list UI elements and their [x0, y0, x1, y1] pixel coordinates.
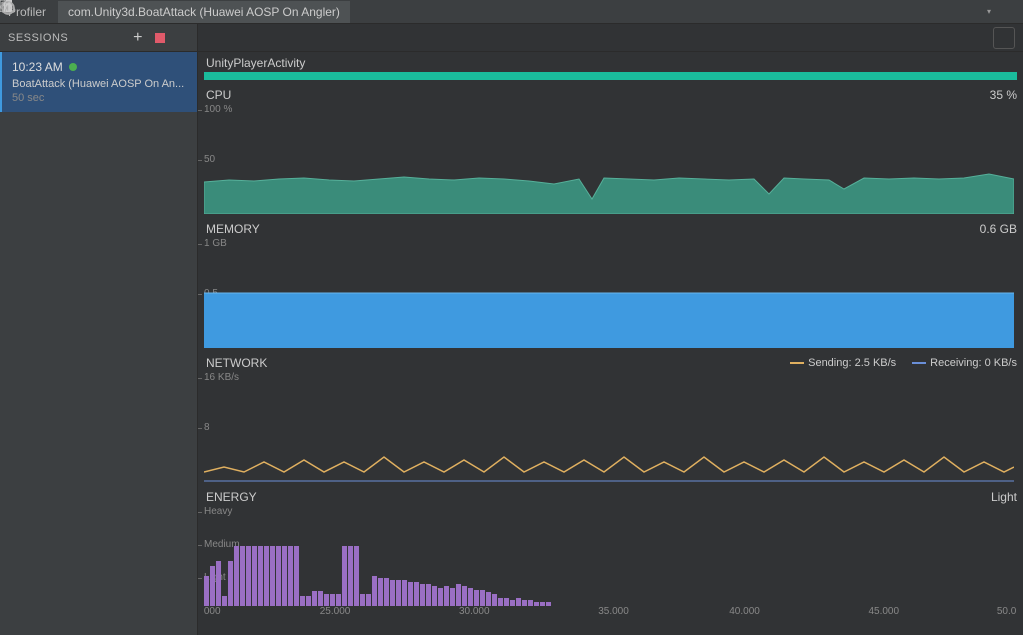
- download-icon[interactable]: [1001, 5, 1015, 19]
- cpu-title: CPU: [206, 88, 231, 102]
- time-tick: 45.000: [868, 606, 899, 617]
- time-tick: 000: [204, 606, 221, 617]
- legend-receiving: Receiving: 0 KB/s: [912, 357, 1017, 369]
- activity-row: UnityPlayerActivity: [204, 52, 1023, 80]
- time-tick: 35.000: [598, 606, 629, 617]
- status-active-icon: [69, 63, 77, 71]
- activity-bar[interactable]: [204, 72, 1017, 80]
- time-axis: 000 25.000 30.000 35.000 40.000 45.000 5…: [204, 606, 1023, 622]
- panel-layout-icon[interactable]: [175, 31, 189, 45]
- energy-chart[interactable]: ENERGY Light Heavy Medium Light: [204, 490, 1023, 606]
- zoom-out-icon[interactable]: [881, 27, 903, 49]
- time-tick: 50.0: [997, 606, 1016, 617]
- network-sending-series: [204, 457, 1014, 472]
- energy-series: [204, 546, 551, 606]
- session-duration: 50 sec: [12, 92, 187, 104]
- sessions-sidebar: SESSIONS + 10:23 AM BoatAttack (Huawei A…: [0, 24, 198, 635]
- pause-button[interactable]: [993, 27, 1015, 49]
- reset-zoom-icon[interactable]: [937, 27, 959, 49]
- memory-series: [204, 293, 1014, 348]
- titlebar: Profiler com.Unity3d.BoatAttack (Huawei …: [0, 0, 1023, 24]
- network-title: NETWORK: [206, 356, 267, 370]
- profiler-tab[interactable]: com.Unity3d.BoatAttack (Huawei AOSP On A…: [58, 1, 350, 23]
- session-item[interactable]: 10:23 AM BoatAttack (Huawei AOSP On An..…: [0, 52, 197, 112]
- time-tick: 40.000: [729, 606, 760, 617]
- memory-title: MEMORY: [206, 222, 260, 236]
- live-icon: [965, 27, 987, 49]
- network-chart[interactable]: NETWORK Sending: 2.5 KB/s Receiving: 0 K…: [204, 356, 1023, 482]
- cpu-chart[interactable]: CPU 35 % 100 % 50: [204, 88, 1023, 214]
- sessions-title: SESSIONS: [8, 32, 68, 44]
- sessions-header: SESSIONS +: [0, 24, 197, 52]
- energy-value: Light: [991, 490, 1017, 504]
- gear-icon[interactable]: [963, 5, 977, 19]
- memory-chart[interactable]: MEMORY 0.6 GB 1 GB 0.5: [204, 222, 1023, 348]
- session-name: BoatAttack (Huawei AOSP On An...: [12, 78, 187, 90]
- session-time: 10:23 AM: [12, 60, 63, 74]
- dropdown-arrow-icon[interactable]: ▾: [987, 7, 991, 16]
- timeline-toolbar: [198, 24, 1023, 52]
- time-tick: 30.000: [459, 606, 490, 617]
- profiler-content: UnityPlayerActivity CPU 35 % 100 % 50: [198, 24, 1023, 635]
- cpu-value: 35 %: [990, 88, 1017, 102]
- memory-value: 0.6 GB: [980, 222, 1017, 236]
- add-session-icon[interactable]: +: [131, 31, 145, 45]
- legend-sending: Sending: 2.5 KB/s: [790, 357, 896, 369]
- time-tick: 25.000: [320, 606, 351, 617]
- energy-title: ENERGY: [206, 490, 257, 504]
- zoom-in-icon[interactable]: [909, 27, 931, 49]
- stop-session-icon[interactable]: [153, 31, 167, 45]
- cpu-series: [204, 174, 1014, 214]
- activity-label: UnityPlayerActivity: [204, 56, 1017, 70]
